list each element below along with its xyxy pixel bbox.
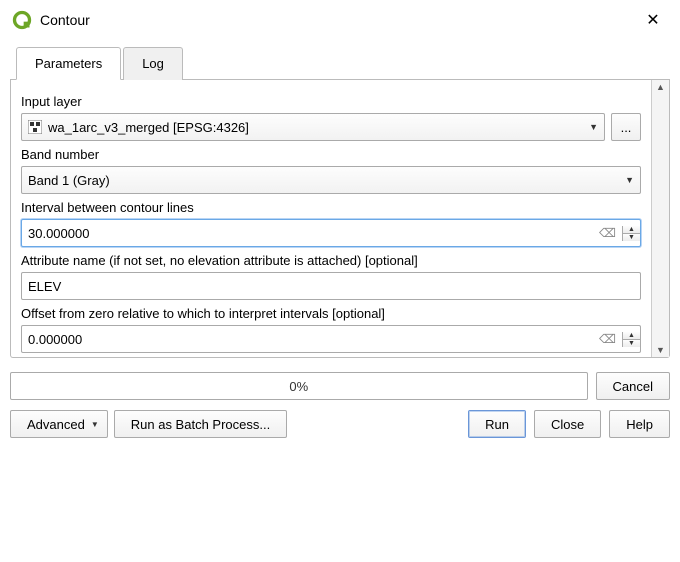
- close-icon[interactable]: ✕: [638, 10, 668, 30]
- titlebar: Contour ✕: [0, 0, 680, 40]
- ellipsis-icon: ...: [621, 120, 632, 135]
- clear-icon[interactable]: ⌫: [593, 332, 622, 346]
- window-title: Contour: [40, 12, 638, 28]
- spin-down-icon[interactable]: ▼: [623, 340, 640, 347]
- input-layer-value: wa_1arc_v3_merged [EPSG:4326]: [48, 120, 249, 135]
- band-number-value-wrap: Band 1 (Gray): [28, 173, 619, 188]
- qgis-icon: [12, 10, 32, 30]
- bottom-left: Advanced ▼ Run as Batch Process...: [10, 410, 460, 438]
- progress-text: 0%: [289, 379, 308, 394]
- spin-down-icon[interactable]: ▼: [623, 234, 640, 241]
- attribute-name-input[interactable]: ELEV: [21, 272, 641, 300]
- band-number-combo[interactable]: Band 1 (Gray) ▼: [21, 166, 641, 194]
- input-layer-combo[interactable]: wa_1arc_v3_merged [EPSG:4326] ▼: [21, 113, 605, 141]
- parameters-panel: Input layer wa_1arc_v3_merged [EPSG:4326…: [11, 80, 651, 357]
- run-button[interactable]: Run: [468, 410, 526, 438]
- attribute-name-value: ELEV: [28, 279, 634, 294]
- attribute-name-label: Attribute name (if not set, no elevation…: [21, 253, 641, 268]
- chevron-down-icon: ▼: [91, 420, 99, 429]
- scroll-up-icon[interactable]: ▲: [656, 80, 665, 94]
- interval-value: 30.000000: [28, 226, 593, 241]
- progress-row: 0% Cancel: [10, 372, 670, 400]
- help-button[interactable]: Help: [609, 410, 670, 438]
- band-number-label: Band number: [21, 147, 641, 162]
- tab-log[interactable]: Log: [123, 47, 183, 80]
- tab-parameters[interactable]: Parameters: [16, 47, 121, 80]
- offset-spinner: ▲ ▼: [622, 332, 640, 347]
- bottom-right: Run Close Help: [468, 410, 670, 438]
- input-layer-browse-button[interactable]: ...: [611, 113, 641, 141]
- offset-label: Offset from zero relative to which to in…: [21, 306, 641, 321]
- chevron-down-icon[interactable]: ▼: [583, 122, 598, 132]
- raster-icon: [28, 120, 42, 134]
- progress-bar: 0%: [10, 372, 588, 400]
- run-label: Run: [485, 417, 509, 432]
- interval-spinner: ▲ ▼: [622, 226, 640, 241]
- offset-spin[interactable]: 0.000000 ⌫ ▲ ▼: [21, 325, 641, 353]
- band-number-value: Band 1 (Gray): [28, 173, 110, 188]
- help-label: Help: [626, 417, 653, 432]
- close-label: Close: [551, 417, 584, 432]
- advanced-button[interactable]: Advanced ▼: [10, 410, 108, 438]
- scroll-down-icon[interactable]: ▼: [656, 343, 665, 357]
- tab-bar: Parameters Log: [10, 46, 670, 80]
- parameters-panel-wrap: Input layer wa_1arc_v3_merged [EPSG:4326…: [10, 80, 670, 358]
- offset-value: 0.000000: [28, 332, 593, 347]
- input-layer-label: Input layer: [21, 94, 641, 109]
- spin-up-icon[interactable]: ▲: [623, 332, 640, 340]
- batch-label: Run as Batch Process...: [131, 417, 270, 432]
- spin-up-icon[interactable]: ▲: [623, 226, 640, 234]
- chevron-down-icon[interactable]: ▼: [619, 175, 634, 185]
- interval-label: Interval between contour lines: [21, 200, 641, 215]
- dialog-body: Parameters Log Input layer wa_1arc_v3_me…: [0, 46, 680, 438]
- cancel-label: Cancel: [613, 379, 653, 394]
- bottom-row: Advanced ▼ Run as Batch Process... Run C…: [10, 410, 670, 438]
- input-layer-value-wrap: wa_1arc_v3_merged [EPSG:4326]: [28, 120, 583, 135]
- cancel-button[interactable]: Cancel: [596, 372, 670, 400]
- interval-spin[interactable]: 30.000000 ⌫ ▲ ▼: [21, 219, 641, 247]
- batch-button[interactable]: Run as Batch Process...: [114, 410, 287, 438]
- panel-scrollbar[interactable]: ▲ ▼: [651, 80, 669, 357]
- clear-icon[interactable]: ⌫: [593, 226, 622, 240]
- close-button[interactable]: Close: [534, 410, 601, 438]
- advanced-label: Advanced: [27, 417, 85, 432]
